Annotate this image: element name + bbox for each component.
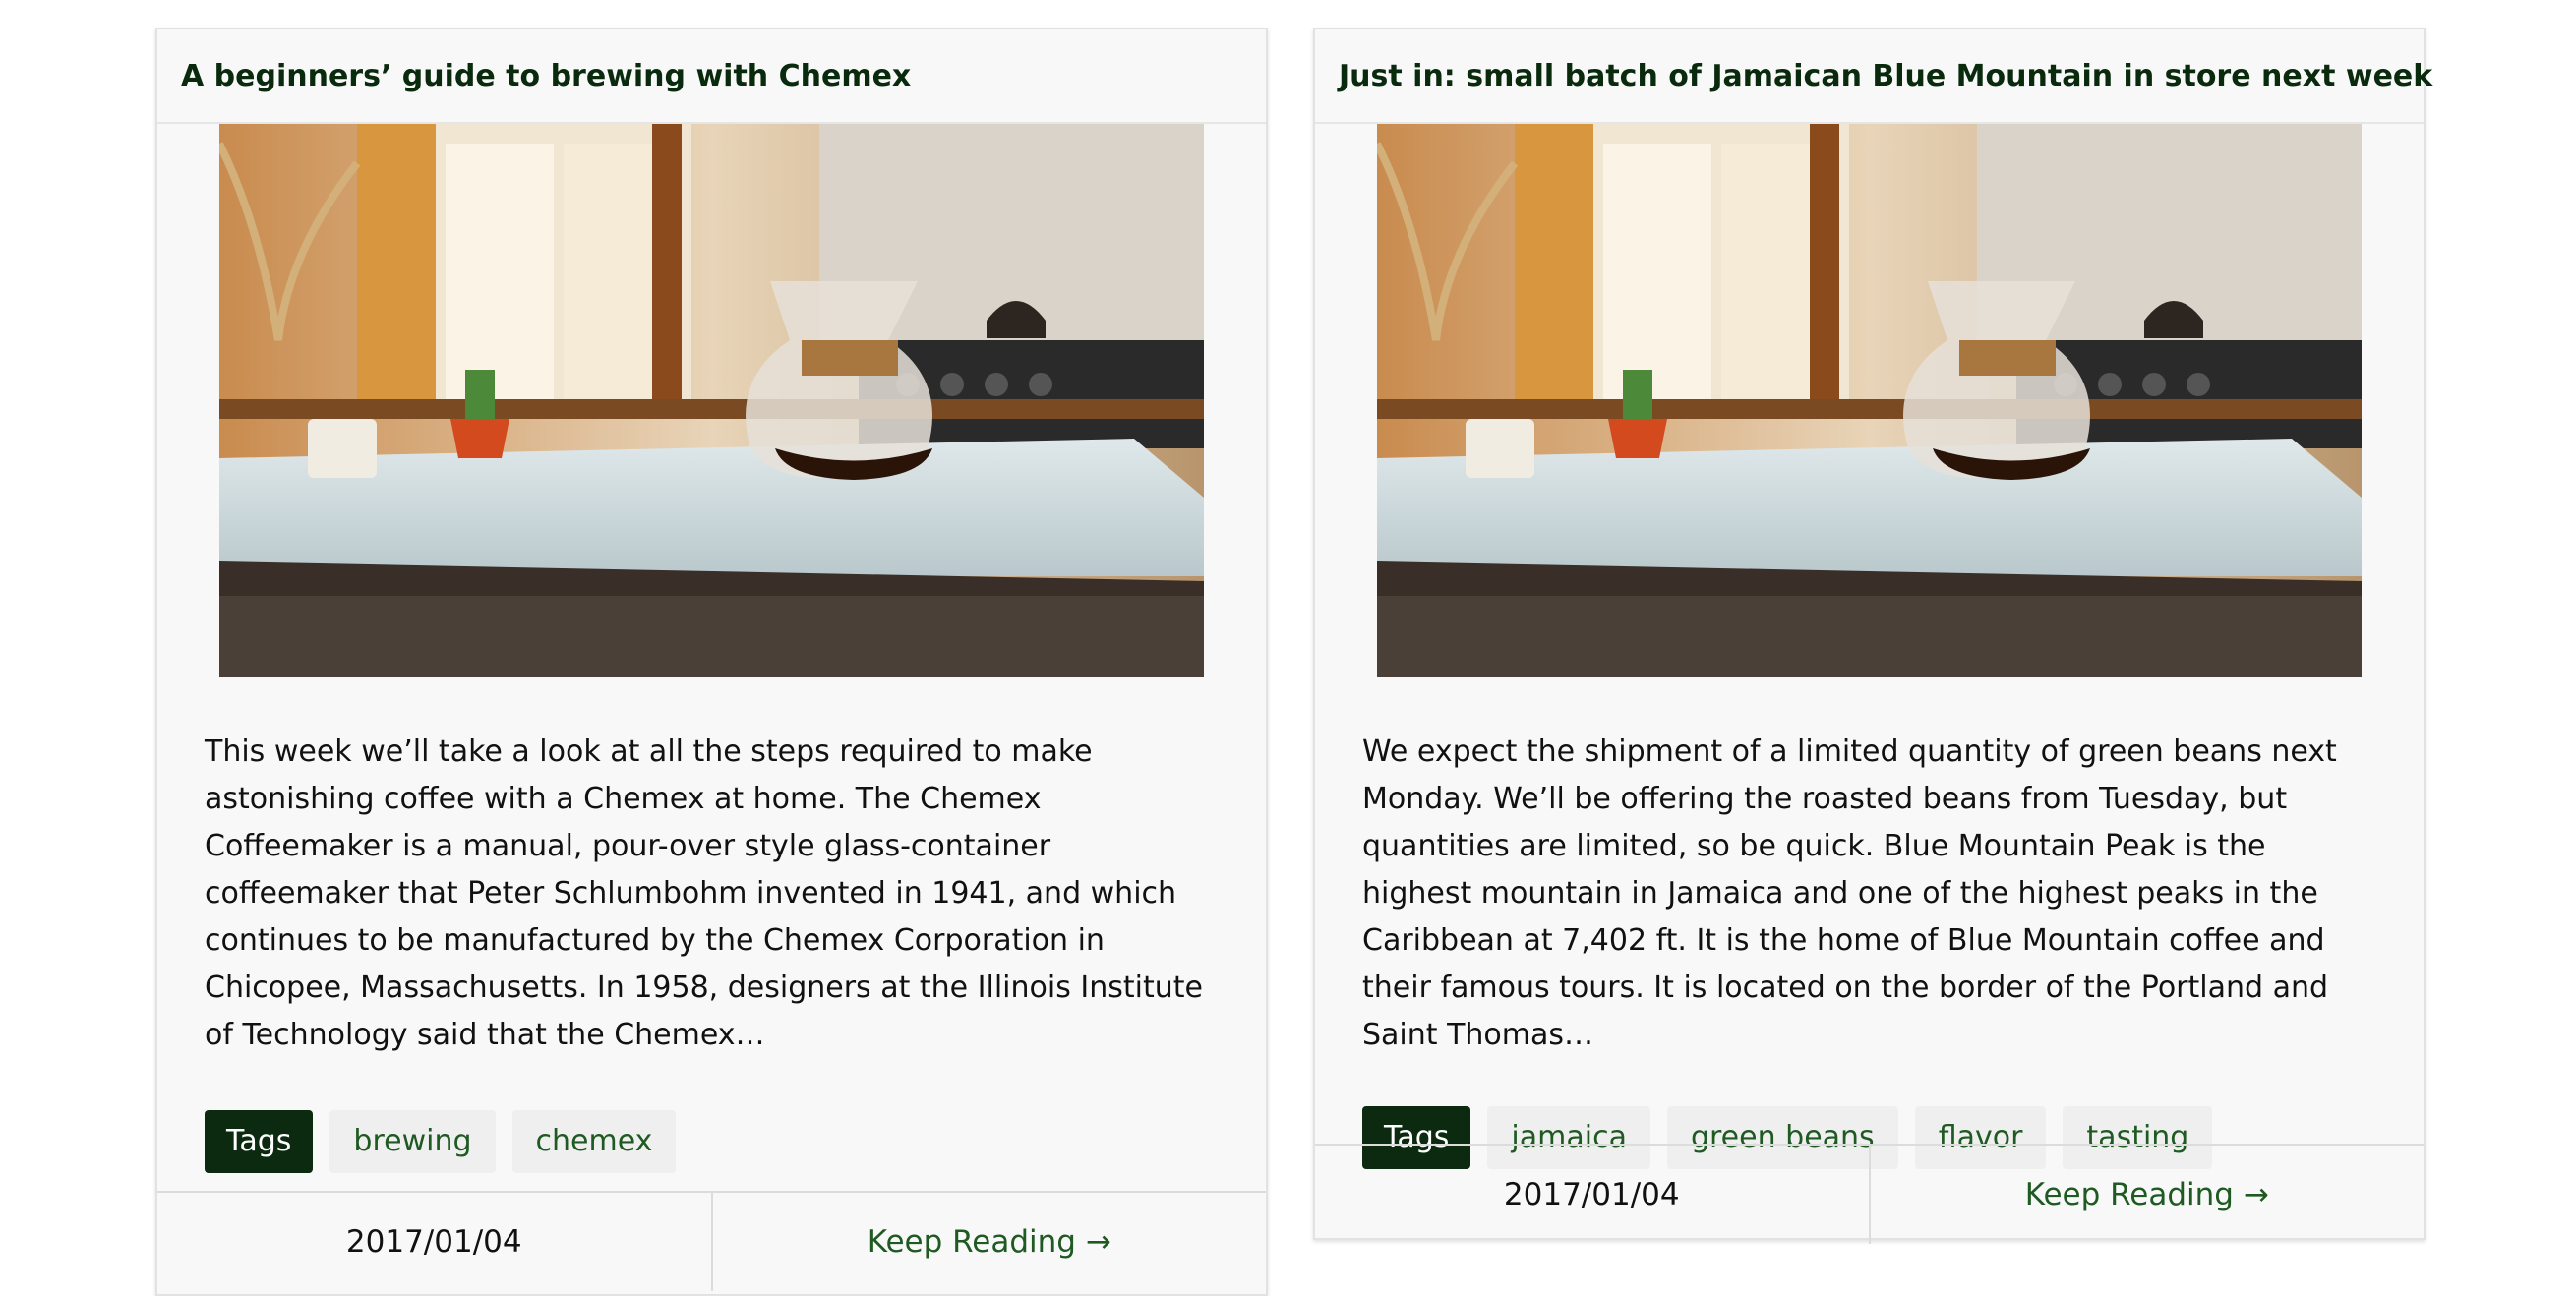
card-footer: 2017/01/04 Keep Reading →	[157, 1191, 1266, 1291]
card-footer: 2017/01/04 Keep Reading →	[1315, 1144, 2424, 1244]
card-title[interactable]: A beginners’ guide to brewing with Cheme…	[157, 29, 1266, 124]
tag-list: Tags brewing chemex	[157, 1110, 1266, 1173]
article-image[interactable]	[1377, 124, 2362, 677]
post-date: 2017/01/04	[1315, 1146, 1871, 1244]
keep-reading-link[interactable]: Keep Reading →	[713, 1193, 1267, 1291]
tag-brewing[interactable]: brewing	[329, 1110, 496, 1173]
article-card: Just in: small batch of Jamaican Blue Mo…	[1313, 28, 2432, 1244]
article-image[interactable]	[219, 124, 1204, 677]
article-card: A beginners’ guide to brewing with Cheme…	[155, 28, 1268, 1296]
tags-label: Tags	[205, 1110, 314, 1173]
card-title[interactable]: Just in: small batch of Jamaican Blue Mo…	[1315, 29, 2432, 124]
article-excerpt: We expect the shipment of a limited quan…	[1362, 735, 2337, 1052]
post-date: 2017/01/04	[157, 1193, 713, 1291]
tag-chemex[interactable]: chemex	[511, 1110, 677, 1173]
article-excerpt: This week we’ll take a look at all the s…	[205, 735, 1203, 1052]
keep-reading-link[interactable]: Keep Reading →	[1871, 1146, 2425, 1244]
